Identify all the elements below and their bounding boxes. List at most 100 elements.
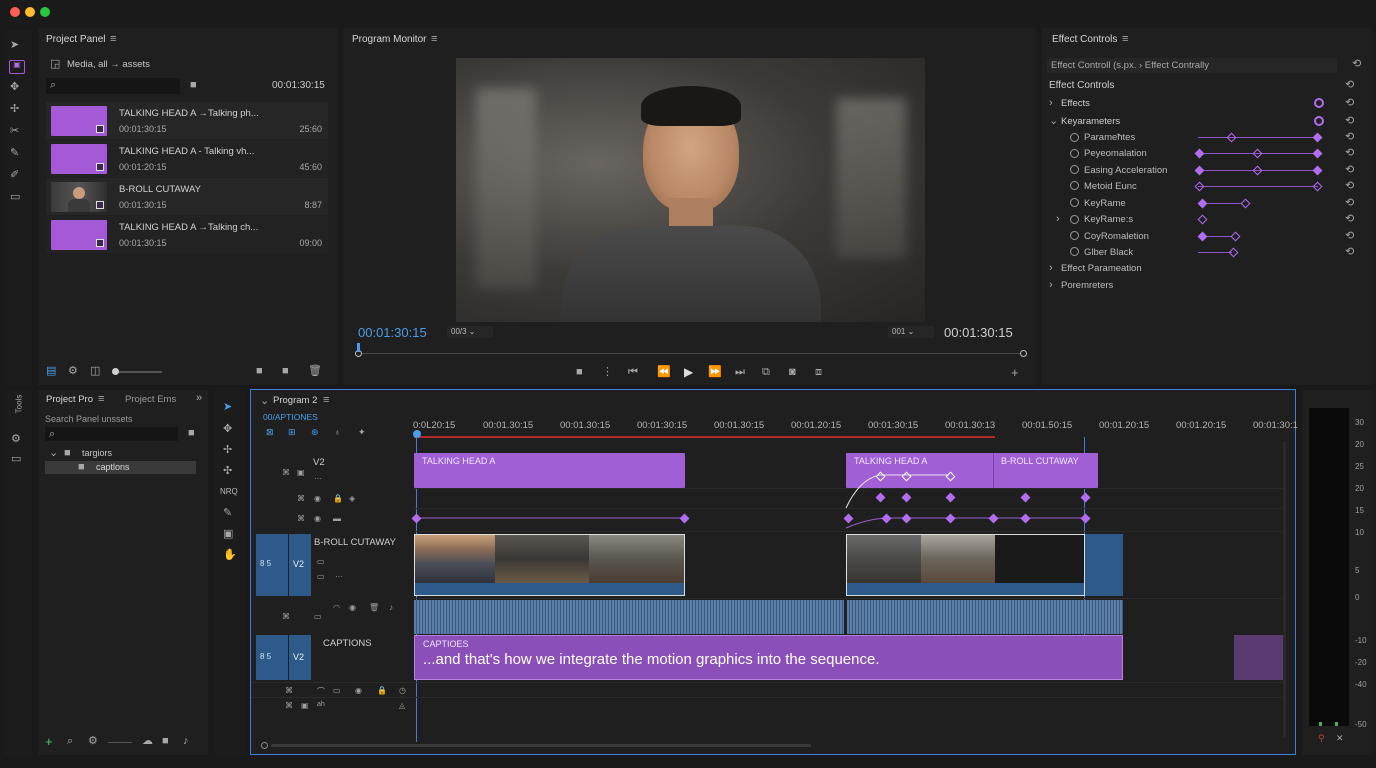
keyframe[interactable]	[1194, 148, 1205, 159]
marker-icon[interactable]: ♁	[334, 428, 341, 437]
pen-tool-icon[interactable]: ✎	[10, 148, 19, 159]
sequence-timecode[interactable]: 00/APTIONES	[263, 412, 318, 422]
solo-icon[interactable]: ⚲	[1318, 734, 1325, 743]
more-tabs-icon[interactable]: »	[196, 393, 202, 404]
reset-icon[interactable]: ⟲	[1345, 214, 1354, 225]
keyframe-track[interactable]	[1198, 252, 1232, 253]
track-toggle-icon[interactable]: ▭	[317, 557, 325, 566]
minimize-window-button[interactable]	[25, 7, 35, 17]
panel-menu-icon[interactable]: ≡	[98, 394, 104, 405]
clip-icon[interactable]: ▣	[301, 701, 309, 710]
new-bin-icon[interactable]: ■	[190, 80, 197, 91]
cloud-icon[interactable]: ☁	[142, 736, 153, 747]
compare-icon[interactable]: ⧈	[815, 367, 822, 378]
track-sync-icon[interactable]: ⌘	[285, 686, 293, 695]
keyframe-curves[interactable]	[414, 450, 1114, 530]
icon-view-icon[interactable]: ⚙	[68, 366, 78, 377]
scroll-start-handle[interactable]	[261, 742, 268, 749]
find-icon[interactable]: ⌕	[67, 736, 73, 747]
keyframe-toggle[interactable]	[1314, 116, 1324, 126]
keyframe[interactable]	[1240, 198, 1251, 209]
keyframe[interactable]	[1312, 181, 1323, 192]
stopwatch-icon[interactable]	[1070, 247, 1079, 256]
add-button-icon[interactable]: +	[1011, 366, 1019, 379]
reset-icon[interactable]: ⟲	[1345, 116, 1354, 127]
zoom-level-select[interactable]: 00/3 ⌄	[447, 326, 493, 338]
track-more-icon[interactable]: ···	[335, 572, 343, 581]
bin-search-input[interactable]: ⌕	[45, 427, 178, 441]
close-icon[interactable]: ✕	[1336, 734, 1344, 743]
chevron-down-icon[interactable]: ⌄	[260, 396, 269, 407]
stop-icon[interactable]: ■	[576, 367, 583, 378]
panel-menu-icon[interactable]: ≡	[431, 34, 437, 45]
scrubber-end-handle[interactable]	[1020, 350, 1027, 357]
tools-tab[interactable]: Tools	[14, 395, 23, 414]
captions-clip[interactable]: CAPTIOES ...and that's how we integrate …	[414, 635, 1123, 680]
playback-resolution-select[interactable]: 001 ⌄	[888, 326, 934, 338]
panel-menu-icon[interactable]: ≡	[1122, 34, 1128, 45]
rolling-tool-icon[interactable]: ✣	[223, 466, 232, 477]
keyframe[interactable]	[1194, 181, 1205, 192]
keyframe-track[interactable]	[1202, 203, 1242, 204]
keyframe[interactable]	[1252, 165, 1263, 176]
track-sync-icon[interactable]: ⌘	[285, 701, 293, 710]
vertical-scrollbar[interactable]	[1283, 442, 1286, 737]
add-icon[interactable]: +	[45, 735, 53, 748]
track-target-d[interactable]: V2	[289, 635, 311, 680]
keyframe[interactable]	[1252, 148, 1263, 159]
keyframe[interactable]	[1197, 231, 1208, 242]
pencil-tool-icon[interactable]: ✐	[10, 170, 19, 181]
keyframe[interactable]	[1194, 165, 1205, 176]
effect-row-label[interactable]: Effects	[1061, 98, 1090, 109]
keyframe[interactable]	[1230, 231, 1241, 242]
timeline-playhead-handle[interactable]	[413, 430, 421, 438]
chevron-right-icon[interactable]: ›	[1056, 214, 1060, 225]
close-window-button[interactable]	[10, 7, 20, 17]
bin-tab-project[interactable]: Project Pro	[46, 394, 93, 405]
track-sync-icon[interactable]: ⌘	[282, 612, 290, 621]
trash-icon[interactable]: 🗑	[308, 366, 322, 377]
camera-icon[interactable]: ◙	[789, 367, 796, 378]
track-lock-icon[interactable]: ▣	[297, 468, 305, 477]
eye-icon[interactable]: ◉	[355, 686, 362, 695]
captions-clip-tail[interactable]	[1234, 635, 1284, 680]
lock-icon[interactable]: 🔒	[333, 494, 343, 503]
chevron-right-icon[interactable]: ›	[1049, 280, 1053, 291]
effect-row-label[interactable]: Effect Parameation	[1061, 263, 1142, 274]
reset-icon[interactable]: ⟲	[1345, 80, 1354, 91]
zoom-slider[interactable]	[112, 368, 162, 375]
sequence-tab[interactable]: Program 2	[273, 395, 317, 406]
keyframe[interactable]	[1312, 148, 1323, 159]
track-toggle-icon[interactable]: ⌘	[297, 494, 305, 503]
slip-tool-icon[interactable]: ▣	[223, 529, 233, 540]
lift-icon[interactable]: ⧉	[762, 367, 770, 378]
audio-icon[interactable]: ◬	[399, 701, 405, 710]
list-item[interactable]: B-ROLL CUTAWAY 00:01:30:15 8:87	[46, 178, 328, 215]
settings-icon[interactable]: ⚙	[11, 434, 21, 445]
selection-tool-icon[interactable]: ➤	[223, 402, 232, 413]
step-back-icon[interactable]: ⏪	[657, 367, 671, 378]
stopwatch-icon[interactable]	[1070, 181, 1079, 190]
trash-icon[interactable]: 🗑	[369, 603, 379, 612]
audio-waveform-2[interactable]	[847, 600, 1123, 634]
broll-clip-1[interactable]	[414, 534, 685, 596]
video-preview[interactable]	[456, 58, 925, 322]
ripple-edit-tool-icon[interactable]: ✥	[10, 82, 19, 93]
reset-icon[interactable]: ⟲	[1345, 231, 1354, 242]
new-bin-icon[interactable]: ■	[188, 428, 195, 439]
clip-icon[interactable]: ▬	[333, 514, 341, 523]
playhead-timecode[interactable]: 00:01:30:15	[358, 325, 427, 340]
effect-row-label[interactable]: Poremreters	[1061, 280, 1113, 291]
new-folder-icon[interactable]: ■	[256, 366, 263, 377]
step-to-start-icon[interactable]: ⏮	[628, 367, 638, 378]
keyframe-nav-icon[interactable]: ◈	[349, 494, 355, 503]
reset-icon[interactable]: ⟲	[1345, 132, 1354, 143]
folder-icon[interactable]: ■	[162, 736, 169, 747]
snap-icon[interactable]: ⊠	[266, 428, 274, 437]
keyframe[interactable]	[1312, 132, 1323, 143]
more-options-icon[interactable]: ⋮	[602, 367, 613, 378]
keyframe[interactable]	[1226, 132, 1237, 143]
step-to-end-icon[interactable]: ⏭	[735, 367, 745, 378]
mic-icon[interactable]: ♪	[183, 736, 189, 747]
linked-selection-icon[interactable]: ⊞	[288, 428, 296, 437]
